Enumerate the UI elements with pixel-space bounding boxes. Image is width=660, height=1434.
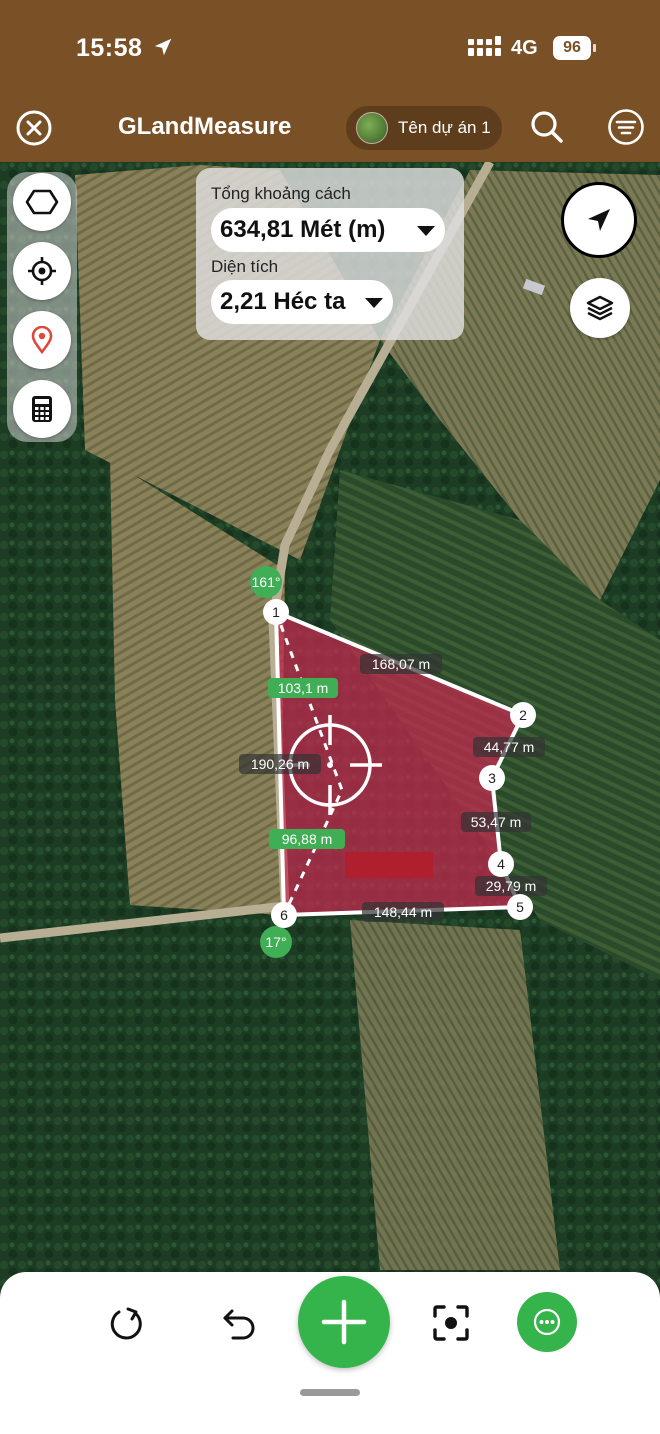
edge-label-1-2: 168,07 m [360, 654, 442, 674]
battery-level: 96 [553, 36, 591, 60]
diagonal-length-top: 103,1 m [278, 680, 329, 696]
network-type: 4G [511, 37, 538, 59]
angle-top: 161° [252, 574, 281, 590]
area-value: 2,21 Héc ta [220, 288, 346, 315]
more-options-icon [533, 1308, 561, 1336]
edge-length-2-3: 44,77 m [484, 739, 535, 755]
crosshair-target-icon [28, 257, 56, 285]
menu-button[interactable] [605, 106, 647, 148]
area-unit-dropdown[interactable]: 2,21 Héc ta [211, 280, 393, 324]
signal-bars-icon [468, 36, 501, 56]
location-pin-icon [31, 326, 53, 354]
vertex-4-label: 4 [497, 856, 505, 872]
more-options-button[interactable] [517, 1292, 577, 1352]
angle-badge-bottom: 17° [260, 926, 292, 958]
calculator-button[interactable] [13, 380, 71, 438]
status-bar: 15:58 4G 96 [0, 0, 660, 96]
roof-structure [345, 852, 433, 878]
measurement-panel: Tổng khoảng cách 634,81 Mét (m) Diện tíc… [196, 168, 464, 340]
undo-icon [223, 1309, 255, 1340]
close-circle-icon [16, 110, 52, 146]
search-button[interactable] [526, 106, 568, 148]
chevron-down-icon [365, 298, 383, 308]
close-button[interactable] [14, 108, 54, 148]
diagonal-length-bottom: 96,88 m [282, 831, 333, 847]
edge-label-2-3: 44,77 m [473, 737, 545, 757]
layers-button[interactable] [570, 278, 630, 338]
vertex-5-label: 5 [516, 899, 524, 915]
add-icon [321, 1299, 367, 1345]
capture-button[interactable] [428, 1300, 474, 1346]
redo-rotate-icon [110, 1307, 142, 1340]
redo-button[interactable] [104, 1300, 150, 1346]
chevron-down-icon [417, 226, 435, 236]
vertex-3[interactable]: 3 [479, 765, 505, 791]
undo-button[interactable] [214, 1300, 260, 1346]
app-bar: GLandMeasure Tên dự án 1 [0, 96, 660, 162]
edge-label-4-5: 29,79 m [475, 876, 547, 896]
edge-length-3-4: 53,47 m [471, 814, 522, 830]
project-name: Tên dự án 1 [398, 118, 491, 137]
edge-length-5-6: 148,44 m [374, 904, 432, 920]
side-toolbar [7, 172, 77, 442]
locate-target-button[interactable] [13, 242, 71, 300]
calculator-icon [32, 396, 52, 422]
distance-value: 634,81 Mét (m) [220, 216, 386, 243]
diagonal-label-top: 103,1 m [268, 678, 338, 698]
vertex-1[interactable]: 1 [263, 599, 289, 625]
menu-lines-icon [608, 109, 644, 145]
layers-icon [586, 295, 614, 321]
add-point-button[interactable] [298, 1276, 390, 1368]
app-title: GLandMeasure [118, 113, 292, 140]
distance-label: Tổng khoảng cách [211, 184, 351, 203]
pin-location-button[interactable] [13, 311, 71, 369]
angle-badge-top: 161° [250, 566, 282, 598]
focus-capture-icon [433, 1305, 469, 1341]
angle-bottom: 17° [265, 934, 286, 950]
vertex-1-label: 1 [272, 604, 280, 620]
search-icon [531, 111, 563, 143]
project-selector[interactable]: Tên dự án 1 [346, 106, 502, 150]
diagonal-label-bottom: 96,88 m [269, 829, 345, 849]
vertex-4[interactable]: 4 [488, 851, 514, 877]
project-thumbnail [356, 112, 388, 144]
vertex-5[interactable]: 5 [507, 894, 533, 920]
vertex-6-label: 6 [280, 907, 288, 923]
vertex-2[interactable]: 2 [510, 702, 536, 728]
area-label: Diện tích [211, 257, 279, 276]
battery-indicator: 96 [553, 36, 597, 60]
vertex-6[interactable]: 6 [271, 902, 297, 928]
location-arrow-icon [154, 38, 172, 56]
edge-label-3-4: 53,47 m [461, 812, 531, 832]
edge-label-5-6: 148,44 m [362, 902, 444, 922]
home-indicator [300, 1389, 360, 1396]
polygon-shape-icon [25, 189, 59, 215]
edge-length-4-5: 29,79 m [486, 878, 537, 894]
edge-length-6-1: 190,26 m [251, 756, 309, 772]
polygon-mode-button[interactable] [13, 173, 71, 231]
status-time: 15:58 [76, 34, 143, 62]
navigate-button[interactable] [561, 182, 637, 258]
edge-length-1-2: 168,07 m [372, 656, 430, 672]
distance-unit-dropdown[interactable]: 634,81 Mét (m) [211, 208, 445, 252]
battery-nub [593, 44, 596, 52]
navigation-arrow-icon [588, 209, 610, 231]
vertex-3-label: 3 [488, 770, 496, 786]
vertex-2-label: 2 [519, 707, 527, 723]
edge-label-6-1: 190,26 m [239, 754, 321, 774]
